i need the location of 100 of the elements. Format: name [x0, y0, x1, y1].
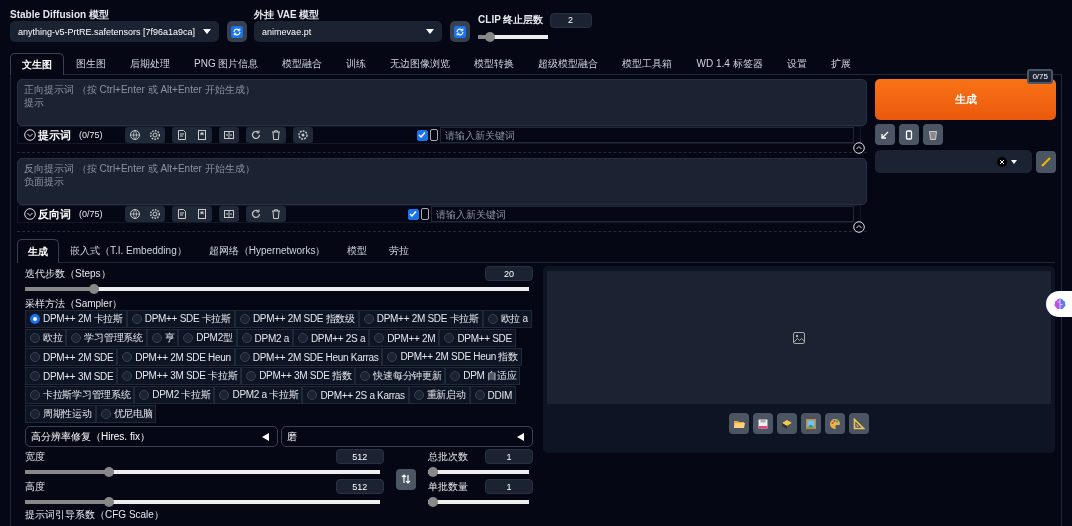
radio-button[interactable] — [30, 333, 40, 343]
radio-option[interactable]: DPM++ SDE 卡拉斯 — [126, 310, 235, 328]
radio-button[interactable] — [30, 352, 40, 362]
tab[interactable]: 无边图像浏览 — [378, 52, 463, 74]
tool-button[interactable] — [923, 124, 943, 145]
swap-button[interactable] — [395, 468, 416, 490]
radio-option[interactable]: DPM++ 2S a Karras — [302, 386, 409, 404]
keyword-field[interactable]: 请输入新关键词 — [439, 127, 854, 143]
accordion-header[interactable]: 磨 — [280, 426, 533, 447]
prompt-input[interactable]: 反向提示词 （按 Ctrl+Enter 或 Alt+Enter 开始生成） — [24, 162, 860, 175]
radio-button[interactable] — [151, 333, 162, 343]
radio-option[interactable]: 学习管理系统 — [66, 329, 147, 347]
tab[interactable]: 模型 — [336, 238, 379, 262]
tool-button[interactable] — [777, 413, 797, 434]
radio-button[interactable] — [487, 314, 498, 324]
radio-button[interactable] — [246, 371, 257, 381]
tool-button[interactable] — [875, 124, 895, 145]
radio-button[interactable] — [139, 390, 150, 400]
tab[interactable]: 后期处理 — [118, 52, 182, 74]
radio-button[interactable] — [30, 371, 40, 381]
tab[interactable]: 训练 — [334, 52, 379, 74]
number-field[interactable]: 1 — [485, 479, 533, 494]
radio-button[interactable] — [183, 333, 194, 343]
prompt-input[interactable]: 正向提示词 （按 Ctrl+Enter 或 Alt+Enter 开始生成） — [24, 83, 860, 96]
radio-button[interactable] — [100, 409, 111, 419]
tab[interactable]: WD 1.4 标签器 — [684, 52, 775, 74]
number-field[interactable]: 1 — [485, 449, 533, 464]
radio-option[interactable]: DDIM — [469, 386, 516, 404]
radio-button[interactable] — [444, 333, 455, 343]
radio-option[interactable]: DPM++ 2M — [369, 329, 440, 347]
tool-button[interactable] — [899, 124, 919, 145]
slider[interactable] — [427, 467, 529, 477]
radio-button[interactable] — [239, 352, 250, 362]
tab[interactable]: 劳拉 — [378, 238, 421, 262]
model-dropdown[interactable]: animevae.pt — [254, 21, 443, 42]
checkbox[interactable] — [407, 208, 419, 220]
radio-option[interactable]: DPM++ 2M SDE Heun — [117, 348, 235, 366]
edit-button[interactable] — [1036, 150, 1056, 173]
collapse-toggle[interactable]: 提示词 — [24, 127, 71, 143]
tool-button[interactable] — [729, 413, 749, 434]
slider[interactable] — [427, 497, 529, 507]
radio-button[interactable] — [30, 390, 40, 400]
radio-button[interactable] — [219, 390, 230, 400]
tab[interactable]: 超级模型融合 — [526, 52, 611, 74]
radio-button[interactable] — [474, 390, 485, 400]
radio-option[interactable]: 重新启动 — [408, 386, 470, 404]
radio-button[interactable] — [131, 314, 142, 324]
radio-option[interactable]: DPM 自适应 — [445, 367, 521, 385]
radio-option[interactable]: 卡拉斯学习管理系统 — [25, 386, 135, 404]
radio-option[interactable]: DPM++ 2M SDE — [25, 348, 118, 366]
radio-option[interactable]: DPM++ 3M SDE 卡拉斯 — [117, 367, 242, 385]
slider-thumb[interactable] — [485, 32, 496, 42]
tab[interactable]: 扩展 — [818, 52, 863, 74]
radio-option[interactable]: 快速每分钟更新 — [355, 367, 446, 385]
tab[interactable]: 模型工具箱 — [610, 52, 685, 74]
tab[interactable]: 模型融合 — [270, 52, 335, 74]
prompt-field[interactable]: 反向提示词 （按 Ctrl+Enter 或 Alt+Enter 开始生成） 负面提示 — [17, 158, 867, 205]
radio-button[interactable] — [122, 352, 133, 362]
radio-button[interactable] — [30, 314, 40, 324]
radio-option[interactable]: 周期性运动 — [25, 405, 96, 423]
refresh-button[interactable] — [227, 21, 248, 42]
radio-button[interactable] — [374, 333, 385, 343]
radio-option[interactable]: DPM++ 2M SDE 指数级 — [234, 310, 359, 328]
tab[interactable]: 设置 — [774, 52, 819, 74]
tab[interactable]: 生成 — [17, 239, 59, 263]
tab[interactable]: 超网络（Hypernetworks） — [197, 238, 337, 262]
slider-thumb[interactable] — [89, 284, 100, 294]
radio-option[interactable]: 欧拉 a — [482, 310, 532, 328]
model-dropdown[interactable]: anything-v5-PrtRE.safetensors [7f96a1a9ca] — [10, 21, 220, 42]
number-field[interactable]: 512 — [335, 479, 384, 494]
radio-option[interactable]: DPM++ 2M SDE Heun 指数 — [382, 348, 522, 366]
radio-option[interactable]: 欧拉 — [25, 329, 67, 347]
checkbox[interactable] — [416, 129, 428, 141]
tab[interactable]: PNG 图片信息 — [182, 52, 271, 74]
prompt-field[interactable]: 正向提示词 （按 Ctrl+Enter 或 Alt+Enter 开始生成） 提示 — [17, 79, 867, 126]
radio-option[interactable]: DPM++ 2M SDE Heun Karras — [234, 348, 383, 366]
radio-option[interactable]: DPM++ 3M SDE 指数 — [241, 367, 356, 385]
radio-button[interactable] — [241, 333, 252, 343]
radio-button[interactable] — [239, 314, 250, 324]
radio-option[interactable]: DPM++ 2M SDE 卡拉斯 — [358, 310, 483, 328]
radio-option[interactable]: 优尼电脑 — [95, 405, 157, 423]
number-field[interactable]: 20 — [485, 266, 533, 281]
radio-option[interactable]: DPM2 a 卡拉斯 — [214, 386, 303, 404]
slider-thumb[interactable] — [427, 497, 438, 507]
tool-button[interactable] — [825, 413, 845, 434]
radio-option[interactable]: DPM++ 3M SDE — [25, 367, 118, 385]
radio-button[interactable] — [450, 371, 461, 381]
tool-button[interactable] — [849, 413, 869, 434]
number-field[interactable]: 2 — [549, 12, 592, 28]
tab[interactable]: 嵌入式（T.I. Embedding） — [59, 238, 198, 262]
keyword-field[interactable]: 请输入新关键词 — [430, 206, 854, 222]
refresh-button[interactable] — [450, 21, 471, 42]
radio-button[interactable] — [297, 333, 308, 343]
radio-option[interactable]: DPM2型 — [178, 329, 237, 347]
radio-option[interactable]: DPM++ SDE — [439, 329, 516, 347]
radio-button[interactable] — [387, 352, 398, 362]
collapse-toggle[interactable]: 反向词 — [24, 206, 71, 222]
accordion-header[interactable]: 高分辨率修复（Hires. fix） — [25, 426, 278, 447]
radio-button[interactable] — [360, 371, 371, 381]
radio-button[interactable] — [71, 333, 82, 343]
